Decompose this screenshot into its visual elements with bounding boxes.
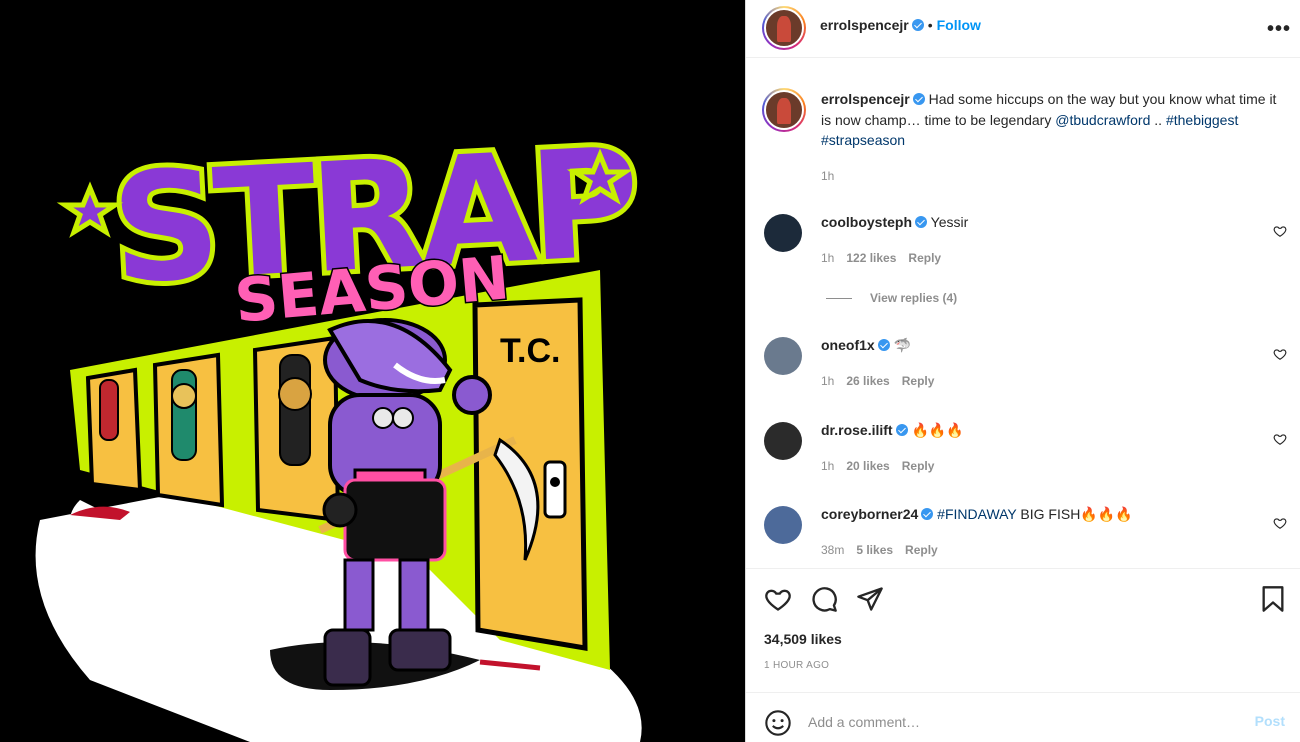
hashtag-link[interactable]: #strapseason — [821, 132, 905, 148]
commenter-username[interactable]: oneof1x — [821, 337, 875, 353]
comment-text: dr.rose.ilift 🔥🔥🔥 — [821, 420, 1289, 441]
comment-meta: 38m 5 likes Reply — [821, 543, 950, 557]
comment-body: BIG FISH🔥🔥🔥 — [1016, 506, 1133, 522]
comment-text: oneof1x 🦈 — [821, 335, 1289, 356]
comment-text: coreyborner24 #FINDAWAY BIG FISH🔥🔥🔥 — [821, 504, 1289, 525]
like-comment-heart-icon[interactable] — [1273, 516, 1287, 530]
like-comment-heart-icon[interactable] — [1273, 224, 1287, 238]
commenter-username[interactable]: coreyborner24 — [821, 506, 918, 522]
commenter-username[interactable]: coolboysteph — [821, 214, 912, 230]
commenter-avatar[interactable] — [764, 422, 802, 460]
likes-count[interactable]: 34,509 likes — [764, 631, 842, 647]
mention-link[interactable]: @tbudcrawford — [1055, 112, 1150, 128]
comment-body: 🔥🔥🔥 — [911, 422, 964, 438]
caption-time[interactable]: 1h — [821, 169, 834, 183]
commenter-username[interactable]: dr.rose.ilift — [821, 422, 893, 438]
post-sidebar: errolspencejr • Follow ••• errolspencejr H… — [745, 0, 1300, 742]
verified-badge-icon — [911, 19, 924, 31]
comment-composer: Post — [746, 692, 1300, 742]
follow-button[interactable]: Follow — [937, 17, 981, 33]
comment-likes[interactable]: 5 likes — [856, 543, 893, 557]
author-avatar[interactable] — [762, 6, 806, 50]
more-options-icon[interactable]: ••• — [1267, 18, 1291, 41]
save-bookmark-icon[interactable] — [1259, 585, 1287, 613]
commenter-avatar[interactable] — [764, 337, 802, 375]
comment-likes[interactable]: 26 likes — [846, 374, 889, 388]
post-image[interactable]: T.C. STRAP SEASON — [0, 0, 745, 742]
caption-body-end: .. — [1150, 111, 1163, 128]
comment-meta: 1h 20 likes Reply — [821, 459, 946, 473]
comment-time[interactable]: 1h — [821, 251, 834, 265]
reply-button[interactable]: Reply — [902, 374, 935, 388]
verified-badge-icon — [912, 93, 925, 105]
verified-badge-icon — [915, 216, 928, 228]
comment-text: coolboysteph Yessir — [821, 212, 1289, 233]
comment-meta: 1h 122 likes Reply — [821, 251, 953, 265]
commenter-avatar[interactable] — [764, 214, 802, 252]
comment-likes[interactable]: 122 likes — [846, 251, 896, 265]
caption-meta: 1h — [821, 169, 846, 183]
strap-season-artwork: T.C. STRAP SEASON — [0, 0, 745, 742]
reply-button[interactable]: Reply — [902, 459, 935, 473]
comment-input[interactable] — [808, 705, 1228, 739]
separator-dot: • — [927, 17, 933, 33]
comment-time[interactable]: 1h — [821, 459, 834, 473]
like-heart-icon[interactable] — [764, 585, 792, 613]
post-comment-button[interactable]: Post — [1255, 713, 1285, 729]
verified-badge-icon — [921, 508, 934, 520]
like-comment-heart-icon[interactable] — [1273, 347, 1287, 361]
share-paper-plane-icon[interactable] — [856, 585, 884, 613]
verified-badge-icon — [895, 424, 908, 436]
action-bar: 34,509 likes 1 HOUR AGO — [746, 568, 1300, 692]
emoji-picker-icon[interactable] — [764, 709, 792, 737]
comments-list[interactable]: errolspencejr Had some hiccups on the wa… — [746, 58, 1300, 568]
commenter-avatar[interactable] — [764, 506, 802, 544]
comment-body: Yessir — [930, 214, 969, 230]
comment-time[interactable]: 38m — [821, 543, 844, 557]
view-replies-button[interactable]: View replies (4) — [826, 291, 957, 305]
reply-button[interactable]: Reply — [908, 251, 941, 265]
door-label: T.C. — [500, 332, 560, 370]
hashtag-link[interactable]: #FINDAWAY — [937, 506, 1016, 522]
comment-likes[interactable]: 20 likes — [846, 459, 889, 473]
author-username[interactable]: errolspencejr — [820, 17, 909, 33]
post-timestamp[interactable]: 1 HOUR AGO — [764, 660, 829, 671]
verified-badge-icon — [877, 339, 890, 351]
comment-bubble-icon[interactable] — [810, 585, 838, 613]
caption-author-avatar[interactable] — [762, 88, 806, 132]
caption-username[interactable]: errolspencejr — [821, 91, 910, 107]
comment-time[interactable]: 1h — [821, 374, 834, 388]
post-header: errolspencejr • Follow ••• — [746, 0, 1300, 58]
reply-button[interactable]: Reply — [905, 543, 938, 557]
comment-meta: 1h 26 likes Reply — [821, 374, 946, 388]
comment-body: 🦈 — [893, 337, 912, 353]
caption-text: errolspencejr Had some hiccups on the wa… — [821, 89, 1289, 151]
like-comment-heart-icon[interactable] — [1273, 432, 1287, 446]
hashtag-link[interactable]: #thebiggest — [1166, 112, 1238, 128]
